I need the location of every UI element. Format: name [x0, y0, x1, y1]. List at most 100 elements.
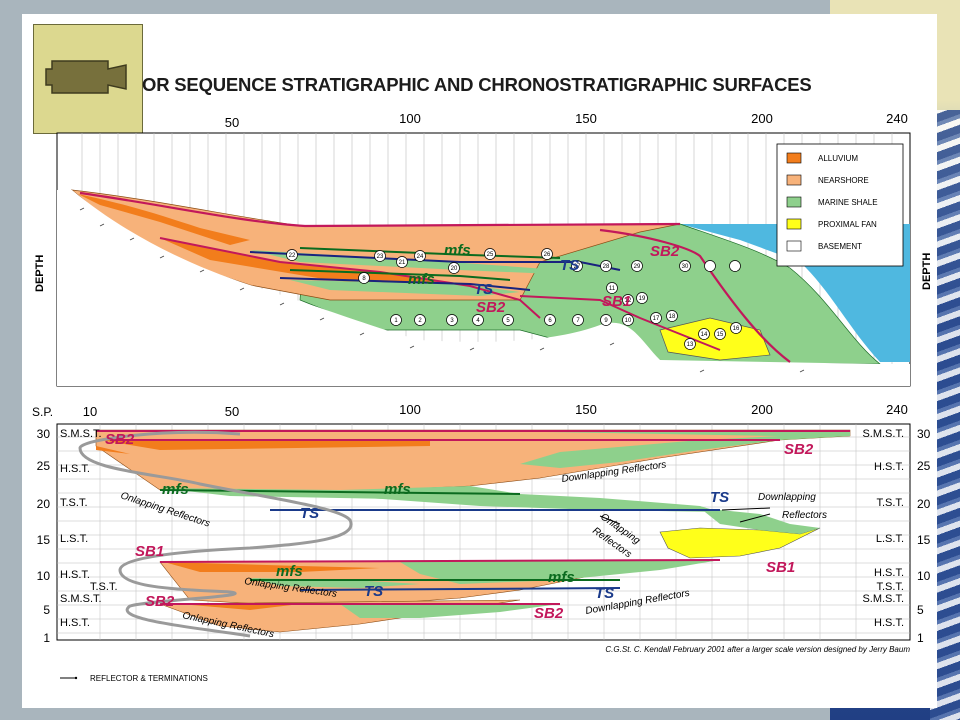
sb2-label: SB2 [784, 441, 814, 458]
marker-number: 29 [634, 264, 641, 270]
time-tick: 5 [917, 603, 924, 617]
time-tick: 15 [917, 533, 931, 547]
axis-tick: 50 [225, 115, 239, 130]
axis-tick: 200 [751, 402, 773, 417]
mfs-label: mfs [444, 242, 471, 259]
marker-number: 24 [417, 254, 424, 260]
legend-label: ALLUVIUM [818, 154, 858, 163]
axis-tick: 240 [886, 111, 908, 126]
ts-label: TS [710, 489, 729, 506]
legend-swatch-basement [786, 240, 802, 252]
mfs-label: mfs [548, 569, 575, 586]
marker-number: 30 [682, 264, 689, 270]
axis-tick: 100 [399, 402, 421, 417]
marker-number: 28 [603, 264, 610, 270]
systems-tract: H.S.T. [874, 617, 904, 629]
legend-label: MARINE SHALE [818, 198, 878, 207]
marker-number: 23 [377, 254, 384, 260]
legend-swatch-marine-shale [786, 196, 802, 208]
time-tick: 5 [43, 603, 50, 617]
marker-number: 14 [701, 332, 708, 338]
sb2-label: SB2 [105, 431, 135, 448]
mfs-label: mfs [276, 563, 303, 580]
annotation: Reflectors [782, 510, 827, 521]
time-tick: 25 [917, 459, 931, 473]
annotation: Downlapping [758, 492, 816, 503]
time-tick: 15 [37, 533, 51, 547]
time-tick: 30 [917, 427, 931, 441]
marker-number: 15 [717, 332, 724, 338]
axis-tick: 240 [886, 402, 908, 417]
legend: ALLUVIUM NEARSHORE MARINE SHALE PROXIMAL… [776, 143, 904, 267]
systems-tract: H.S.T. [60, 617, 90, 629]
ts-label: TS [595, 585, 614, 602]
axis-tick: 50 [225, 404, 239, 419]
ts-label: TS [474, 281, 493, 298]
systems-tract: S.M.S.T. [862, 428, 904, 440]
time-tick: 30 [37, 427, 51, 441]
systems-tract: L.S.T. [876, 533, 904, 545]
systems-tract: H.S.T. [60, 569, 90, 581]
legend-swatch-alluvium [786, 152, 802, 164]
marker-number: 21 [399, 260, 406, 266]
mfs-label: mfs [384, 481, 411, 498]
sb1-label: SB1 [766, 559, 795, 576]
systems-tract: H.S.T. [60, 463, 90, 475]
legend-label: NEARSHORE [818, 176, 869, 185]
marker-number: 26 [544, 252, 551, 258]
sb1-label: SB1 [135, 543, 164, 560]
depth-axis-label: DEPTH [34, 255, 46, 292]
systems-tract: S.M.S.T. [862, 593, 904, 605]
ts-label: TS [560, 257, 579, 274]
legend-swatch-nearshore [786, 174, 802, 186]
marker-number: 20 [451, 266, 458, 272]
ts-label: TS [364, 583, 383, 600]
marker-number: 18 [669, 314, 676, 320]
time-tick: 1 [917, 631, 924, 645]
marker-number: 19 [639, 296, 646, 302]
axis-tick: 10 [83, 404, 97, 419]
systems-tract: H.S.T. [874, 461, 904, 473]
systems-tract: T.S.T. [90, 581, 118, 593]
marker-number: 16 [733, 326, 740, 332]
marker-number: 10 [625, 318, 632, 324]
time-tick: 10 [917, 569, 931, 583]
top-panel: 1 2 3 4 5 6 7 8 9 10 11 12 13 14 15 16 1… [34, 111, 933, 387]
axis-tick: 100 [399, 111, 421, 126]
time-tick: 20 [917, 497, 931, 511]
axis-tick: 150 [575, 402, 597, 417]
systems-tract: L.S.T. [60, 533, 88, 545]
systems-tract: T.S.T. [876, 581, 904, 593]
footer-legend: REFLECTOR & TERMINATIONS [60, 674, 208, 683]
sb2-label: SB2 [476, 299, 506, 316]
credit-text: C.G.St. C. Kendall February 2001 after a… [605, 645, 910, 654]
marker-number: 13 [687, 342, 694, 348]
sb2-label: SB2 [534, 605, 564, 622]
marker-number: 17 [653, 316, 660, 322]
marker-number: 22 [289, 253, 296, 259]
sb2-label: SB2 [650, 243, 680, 260]
mfs-label: mfs [408, 271, 435, 288]
marker-number: 25 [487, 252, 494, 258]
legend-label: BASEMENT [818, 242, 862, 251]
sb1-label: SB1 [602, 293, 631, 310]
time-tick: 25 [37, 459, 51, 473]
systems-tract: S.M.S.T. [60, 593, 102, 605]
time-tick: 10 [37, 569, 51, 583]
sp-axis-label: S.P. [32, 405, 53, 419]
axis-tick: 150 [575, 111, 597, 126]
systems-tract: S.M.S.T. [60, 428, 102, 440]
systems-tract: T.S.T. [60, 497, 88, 509]
marker-number: 11 [609, 286, 616, 292]
sb2-label: SB2 [145, 593, 175, 610]
stratigraphy-diagram: 1 2 3 4 5 6 7 8 9 10 11 12 13 14 15 16 1… [32, 111, 933, 683]
mfs-label: mfs [162, 481, 189, 498]
depth-axis-label: DEPTH [921, 253, 933, 290]
systems-tract: H.S.T. [874, 567, 904, 579]
time-tick: 20 [37, 497, 51, 511]
ts-label: TS [300, 505, 319, 522]
time-tick: 1 [43, 631, 50, 645]
legend-swatch-proximal-fan [786, 218, 802, 230]
axis-tick: 200 [751, 111, 773, 126]
bottom-panel: SB2 SB2 mfs mfs TS TS SB1 SB1 mfs mfs TS… [32, 402, 931, 683]
